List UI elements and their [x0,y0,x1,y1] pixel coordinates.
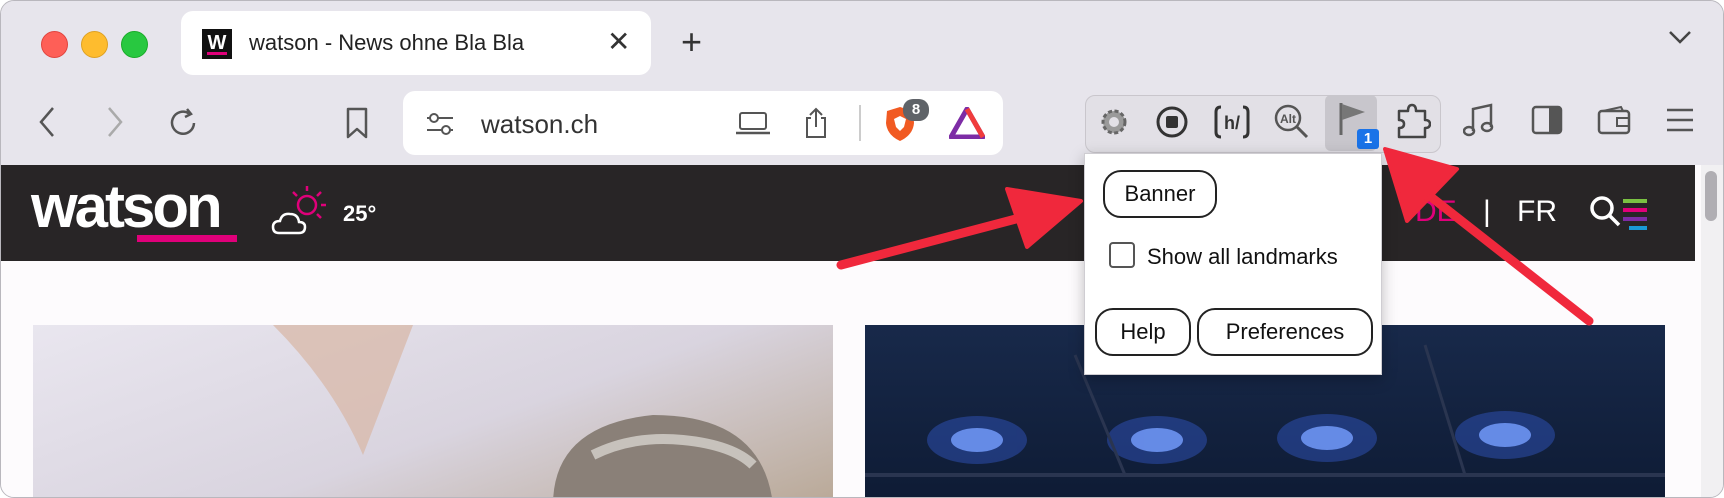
browser-window: W watson - News ohne Bla Bla ✕ + watson.… [0,0,1724,498]
forward-icon[interactable] [105,105,125,139]
chevron-down-icon[interactable] [1667,29,1693,45]
language-de[interactable]: DE [1415,195,1457,229]
svg-text:h/: h/ [1224,113,1240,133]
tab-title: watson - News ohne Bla Bla [249,30,525,55]
url-text: watson.ch [481,109,599,139]
tab-watson[interactable]: W watson - News ohne Bla Bla ✕ [181,11,651,75]
alt-text-inspect-icon[interactable]: Alt [1273,103,1309,139]
brave-badge: 8 [903,99,929,121]
minimize-window-button[interactable] [81,31,108,58]
show-all-landmarks-label: Show all landmarks [1147,244,1338,269]
brave-rewards-icon[interactable] [949,107,985,139]
wallet-icon[interactable] [1597,105,1631,135]
svg-text:Alt: Alt [1280,112,1296,126]
page-scrollbar[interactable] [1701,165,1723,497]
extensions-group [1085,95,1441,153]
site-header: watson 25° DE | FR [1,165,1695,261]
music-note-icon[interactable] [1463,103,1495,139]
logo-underline [137,235,237,242]
address-bar[interactable]: watson.ch 8 [403,91,1003,155]
share-icon[interactable] [803,107,829,139]
preferences-button[interactable]: Preferences [1197,308,1373,356]
back-icon[interactable] [37,105,57,139]
bookmark-icon[interactable] [345,107,369,139]
menu-icon[interactable] [1665,107,1695,133]
language-separator: | [1483,195,1491,228]
sidebar-toggle-icon[interactable] [1531,105,1563,135]
zoom-window-button[interactable] [121,31,148,58]
new-tab-icon[interactable]: + [681,23,702,61]
temperature: 25° [343,201,377,226]
weather-sun-cloud-icon [271,186,326,235]
tab-close-icon[interactable]: ✕ [607,27,630,57]
cast-device-icon[interactable] [735,111,771,137]
web-page: watson 25° DE | FR [1,165,1701,497]
site-settings-icon[interactable] [425,111,455,137]
gear-icon[interactable] [1097,105,1131,139]
watson-favicon-icon: W [202,29,232,59]
stop-record-icon[interactable] [1155,105,1189,139]
language-fr[interactable]: FR [1517,195,1557,229]
search-menu-icon[interactable] [1589,193,1649,233]
banner-landmark-button[interactable]: Banner [1103,170,1217,218]
divider [859,105,861,141]
close-window-button[interactable] [41,31,68,58]
scrollbar-thumb[interactable] [1705,171,1717,221]
portrait-photo-icon [273,325,772,497]
reload-icon[interactable] [167,107,199,139]
landmarks-popup: Banner Show all landmarks Help Preferenc… [1084,153,1382,375]
show-all-landmarks-checkbox[interactable] [1109,242,1135,268]
toolbar: watson.ch 8 h/ Alt 1 [1,85,1723,165]
watson-logo[interactable]: watson [31,175,223,239]
help-button[interactable]: Help [1095,308,1191,356]
article-image-left[interactable] [33,325,833,497]
tab-strip: W watson - News ohne Bla Bla ✕ + [1,1,1723,85]
extensions-puzzle-icon[interactable] [1395,103,1431,139]
headings-map-icon[interactable]: h/ [1213,103,1251,141]
landmarks-count-badge: 1 [1357,129,1379,149]
